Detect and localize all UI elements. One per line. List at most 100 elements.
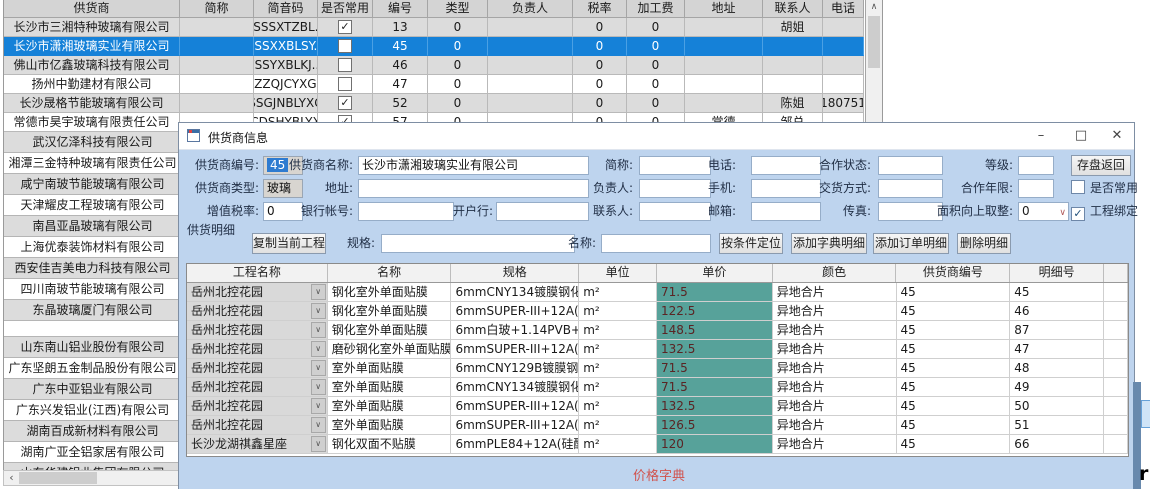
grid-cell[interactable]: 6mmCNY129B镀膜钢化 — [451, 359, 579, 378]
cell[interactable]: 0 — [627, 18, 685, 37]
grid-cell[interactable]: 6mmPLE84+12A(硅酮胶... — [451, 435, 579, 454]
cell[interactable]: 0 — [428, 94, 488, 113]
cell[interactable] — [488, 37, 573, 56]
grid-cell[interactable] — [1104, 378, 1128, 397]
cell[interactable] — [685, 37, 763, 56]
column-header[interactable]: 简音码 — [254, 0, 318, 18]
cell[interactable]: 0 — [573, 37, 627, 56]
grid-cell[interactable]: 异地合片 — [773, 359, 897, 378]
grid-cell[interactable]: 钢化室外单面贴膜 — [328, 302, 452, 321]
column-header[interactable]: 是否常用 — [318, 0, 373, 18]
grid-cell[interactable] — [1104, 302, 1128, 321]
grid-cell[interactable]: 45 — [897, 397, 1011, 416]
grid-cell[interactable]: 室外单面贴膜 — [328, 378, 452, 397]
cell[interactable] — [180, 94, 254, 113]
cell[interactable] — [488, 75, 573, 94]
list-item[interactable]: 天津耀皮工程玻璃有限公司 — [4, 195, 181, 216]
list-item[interactable]: 武汉亿泽科技有限公司 — [4, 132, 181, 153]
cell[interactable]: 佛山市亿鑫玻璃科技有限公司 — [4, 56, 180, 75]
list-item[interactable] — [4, 321, 181, 337]
cell[interactable]: 45 — [373, 37, 428, 56]
add-dict-detail-button[interactable]: 添加字典明细 — [791, 233, 867, 254]
grid-row[interactable]: 长沙龙湖祺鑫星座∨钢化双面不贴膜6mmPLE84+12A(硅酮胶...m²120… — [187, 435, 1128, 454]
column-header[interactable]: 联系人 — [763, 0, 823, 18]
column-header[interactable]: 编号 — [373, 0, 428, 18]
grid-cell[interactable]: 6mmSUPER-III+12A(硅... — [451, 397, 579, 416]
column-header[interactable]: 地址 — [685, 0, 763, 18]
cell[interactable]: FSSYXBLKJ... — [254, 56, 318, 75]
grid-cell[interactable]: m² — [579, 397, 657, 416]
grid-cell[interactable]: 室外单面贴膜 — [328, 397, 452, 416]
list-item[interactable]: 东晶玻璃厦门有限公司 — [4, 300, 181, 321]
grid-cell[interactable]: m² — [579, 283, 657, 302]
checkbox-checked-icon[interactable]: ✓ — [1071, 207, 1085, 221]
close-button[interactable]: ✕ — [1101, 125, 1133, 147]
grid-cell[interactable]: 室外单面贴膜 — [328, 359, 452, 378]
delete-detail-button[interactable]: 删除明细 — [957, 233, 1011, 254]
chevron-down-icon[interactable]: ∨ — [311, 322, 326, 338]
chevron-down-icon[interactable]: ∨ — [311, 303, 326, 319]
column-header[interactable]: 类型 — [428, 0, 488, 18]
list-item[interactable]: 南昌亚晶玻璃有限公司 — [4, 216, 181, 237]
cell[interactable]: 长沙市潇湘玻璃实业有限公司 — [4, 37, 180, 56]
grid-column-header[interactable]: 供货商编号 — [896, 264, 1010, 282]
grid-cell[interactable]: 122.5 — [657, 302, 773, 321]
list-item[interactable]: 四川南玻节能玻璃有限公司 — [4, 279, 181, 300]
grid-cell[interactable]: 71.5 — [657, 283, 773, 302]
cell[interactable] — [180, 37, 254, 56]
grid-cell[interactable]: 46 — [1010, 302, 1104, 321]
grid-cell[interactable]: 50 — [1010, 397, 1104, 416]
cell[interactable] — [685, 94, 763, 113]
cell[interactable] — [488, 18, 573, 37]
cell[interactable]: 46 — [373, 56, 428, 75]
list-item[interactable]: 湘潭三金特种玻璃有限责任公司 — [4, 153, 181, 174]
chevron-down-icon[interactable]: ∨ — [311, 436, 326, 452]
minimize-button[interactable]: – — [1025, 125, 1057, 147]
grid-cell[interactable]: 异地合片 — [773, 397, 897, 416]
grid-cell[interactable]: 磨砂钢化室外单面贴膜 — [328, 340, 452, 359]
list-item[interactable]: 湖南百成新材料有限公司 — [4, 421, 181, 442]
column-header[interactable]: 负责人 — [488, 0, 573, 18]
grid-row[interactable]: 岳州北控花园∨室外单面贴膜6mmSUPER-III+12A(硅...m²132.… — [187, 397, 1128, 416]
checkbox-icon[interactable] — [1071, 180, 1085, 194]
grid-cell[interactable]: 岳州北控花园∨ — [187, 340, 328, 359]
scroll-left-icon[interactable]: ‹ — [4, 471, 19, 485]
grid-cell[interactable]: 岳州北控花园∨ — [187, 321, 328, 340]
grid-cell[interactable]: 6mmCNY134镀膜钢化 — [451, 378, 579, 397]
grid-cell[interactable]: 45 — [897, 435, 1011, 454]
grid-cell[interactable]: m² — [579, 359, 657, 378]
scrollbar-thumb[interactable] — [868, 16, 880, 68]
grid-column-header[interactable] — [1104, 264, 1128, 282]
grid-cell[interactable]: 45 — [897, 378, 1011, 397]
grid-cell[interactable]: 45 — [897, 359, 1011, 378]
list-item[interactable]: 山东南山铝业股份有限公司 — [4, 337, 181, 358]
grid-cell[interactable]: 岳州北控花园∨ — [187, 416, 328, 435]
list-item[interactable]: 广东兴发铝业(江西)有限公司 — [4, 400, 181, 421]
cell[interactable]: 胡姐 — [763, 18, 823, 37]
cell[interactable] — [318, 37, 373, 56]
cell[interactable] — [823, 18, 864, 37]
column-header[interactable]: 税率 — [573, 0, 627, 18]
scrollbar-thumb[interactable] — [19, 472, 97, 484]
cell[interactable]: YZZQJCYXGS — [254, 75, 318, 94]
grid-cell[interactable]: 71.5 — [657, 359, 773, 378]
cell[interactable]: ✓ — [318, 18, 373, 37]
list-item[interactable]: 广东中亚铝业有限公司 — [4, 379, 181, 400]
cell[interactable]: 0 — [627, 37, 685, 56]
grid-cell[interactable]: 126.5 — [657, 416, 773, 435]
chevron-down-icon[interactable]: ∨ — [1059, 205, 1066, 222]
grid-cell[interactable]: 室外单面贴膜 — [328, 416, 452, 435]
grid-cell[interactable]: 6mm白玻+1.14PVB+6mm... — [451, 321, 579, 340]
cell[interactable]: ✓ — [318, 94, 373, 113]
cell[interactable] — [685, 56, 763, 75]
add-order-detail-button[interactable]: 添加订单明细 — [873, 233, 949, 254]
scroll-up-icon[interactable]: ∧ — [866, 0, 882, 15]
grid-cell[interactable]: 异地合片 — [773, 302, 897, 321]
grid-cell[interactable]: 45 — [897, 340, 1011, 359]
cell[interactable] — [823, 75, 864, 94]
column-header[interactable]: 简称 — [180, 0, 254, 18]
cell[interactable]: CSSXXBLSY... — [254, 37, 318, 56]
chevron-down-icon[interactable]: ∨ — [311, 398, 326, 414]
grid-cell[interactable]: 异地合片 — [773, 321, 897, 340]
grid-column-header[interactable]: 单价 — [657, 264, 773, 282]
